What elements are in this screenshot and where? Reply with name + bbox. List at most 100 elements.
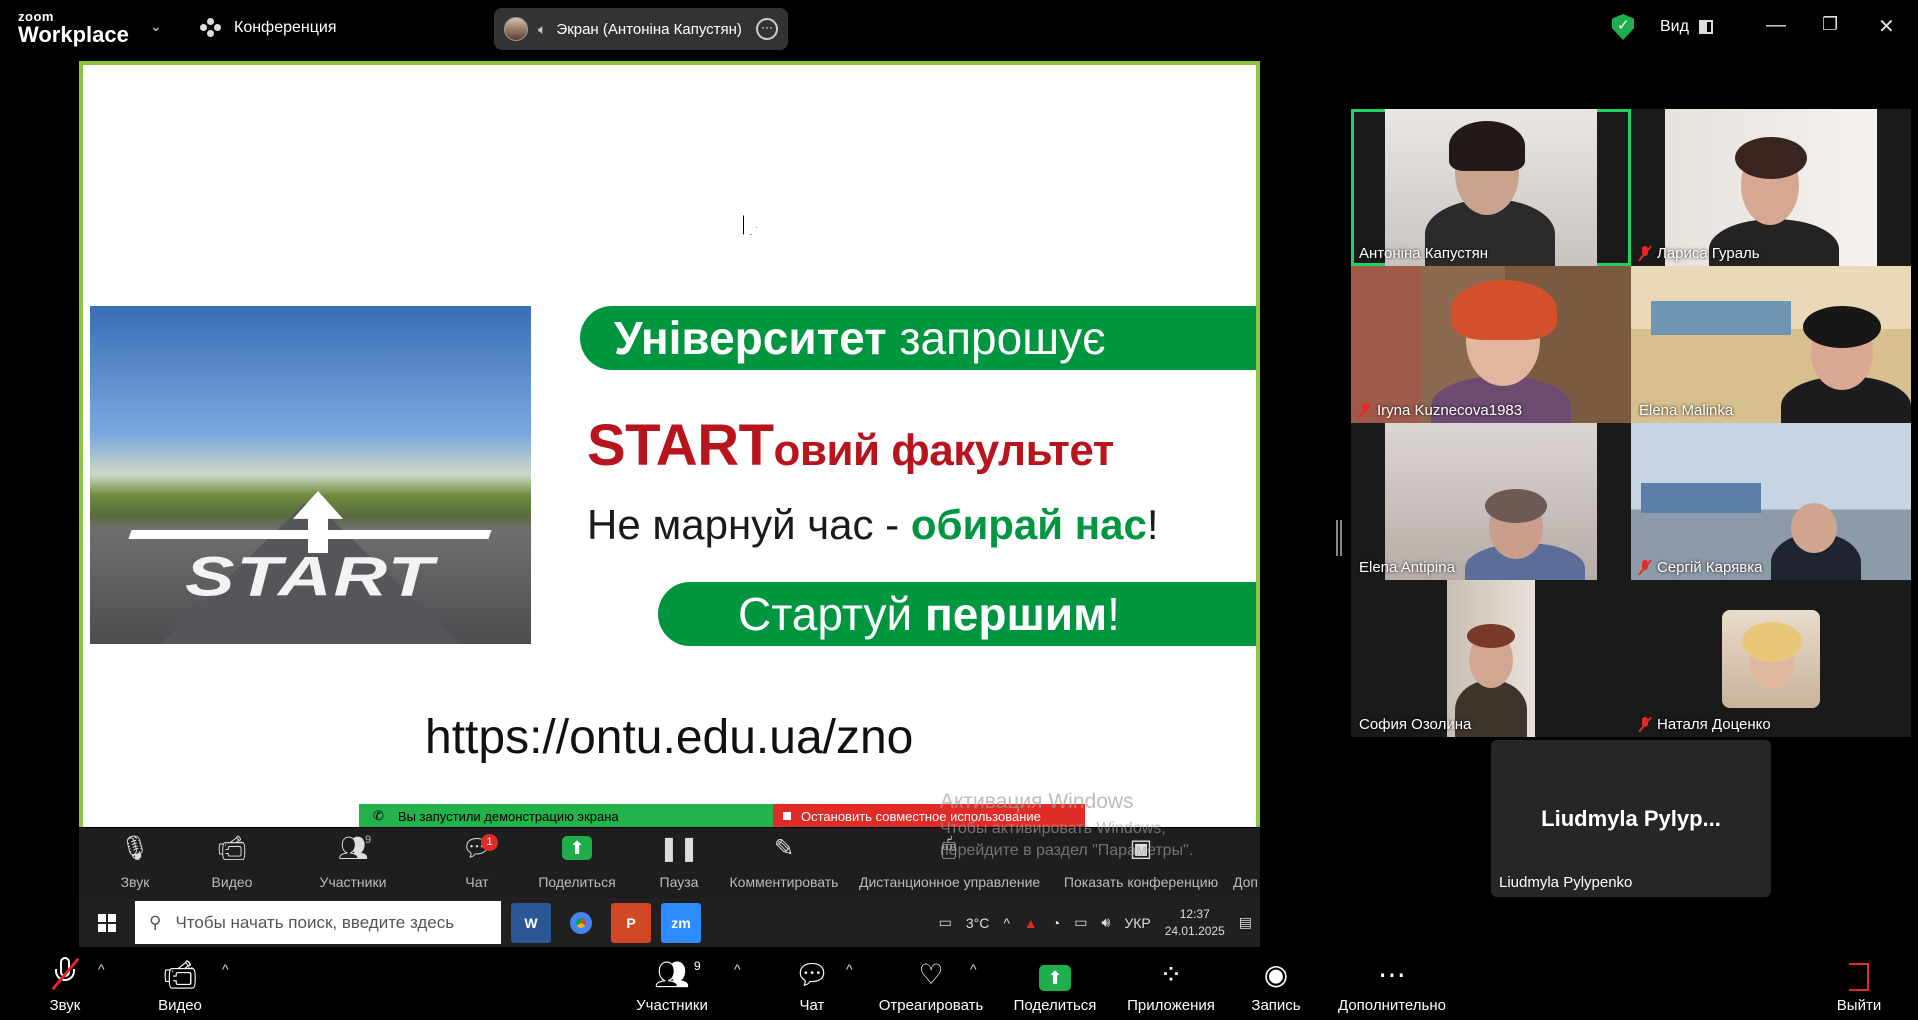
weather-icon[interactable]: ▭: [939, 914, 952, 931]
share-arrow-icon: ⬆: [562, 836, 592, 860]
chevron-up-icon[interactable]: ^: [1003, 915, 1010, 931]
road-word: START: [185, 545, 435, 608]
muted-mic-icon: [1639, 246, 1651, 261]
participant-tile[interactable]: Liudmyla Pylyp... Liudmyla Pylypenko: [1491, 740, 1771, 897]
participant-name: Iryna Kuznecova1983: [1359, 402, 1522, 419]
windows-start-button[interactable]: [79, 898, 135, 947]
muted-mic-icon: [1359, 403, 1371, 418]
chat-icon: 💬︎: [461, 834, 493, 862]
participant-avatar: [1722, 610, 1820, 708]
participant-video: [1631, 266, 1911, 423]
record-button[interactable]: ◉ Запись: [1248, 947, 1304, 1020]
panel-resize-handle[interactable]: [1336, 520, 1342, 556]
participant-tile[interactable]: Elena Antipina: [1351, 423, 1631, 580]
participant-tile[interactable]: Iryna Kuznecova1983: [1351, 266, 1631, 423]
participant-tile[interactable]: Антоніна Капустян: [1351, 109, 1631, 266]
mouse-cursor-icon: [743, 215, 757, 235]
participant-name: Elena Antipina: [1359, 559, 1455, 576]
video-camera-icon: 📹︎: [162, 959, 198, 990]
volume-icon[interactable]: 🔊︎: [1101, 914, 1110, 931]
leave-label: Выйти: [1836, 997, 1882, 1014]
share-button[interactable]: ⬆ Поделиться: [1010, 947, 1100, 1020]
annotate-button[interactable]: ✎ Комментировать: [729, 828, 839, 898]
taskbar-word-icon[interactable]: W: [511, 902, 551, 943]
chat-button[interactable]: 💬︎ Чат: [790, 947, 834, 1020]
chevron-down-icon[interactable]: ⌄: [150, 18, 162, 35]
inner-video-button[interactable]: 📹︎ Видео: [199, 828, 265, 898]
chat-options-chevron-icon[interactable]: ^: [846, 961, 853, 977]
notification-icon[interactable]: ▤: [1239, 914, 1252, 931]
leave-button[interactable]: Выйти: [1834, 947, 1884, 1020]
participant-tile[interactable]: Elena Malinka: [1631, 266, 1911, 423]
apps-button[interactable]: ⁘ Приложения: [1124, 947, 1218, 1020]
taskbar-powerpoint-icon[interactable]: P: [611, 902, 651, 943]
taskbar-search[interactable]: ⚲ Чтобы начать поиск, введите здесь: [135, 901, 501, 944]
share-label: Экран (Антоніна Капустян): [556, 20, 742, 38]
slide-start-first-banner: Стартуй першим!: [658, 582, 1256, 646]
security-shield-icon[interactable]: [1612, 14, 1634, 40]
system-tray: ▭ 3°C ^ ▲ ◔ ▭ 🔊︎ УКР 12:37 24.01.2025 ▤: [939, 898, 1252, 947]
react-options-chevron-icon[interactable]: ^: [970, 961, 977, 977]
participant-video: [1665, 109, 1877, 266]
clock[interactable]: 12:37 24.01.2025: [1165, 906, 1225, 940]
pause-share-button[interactable]: ❚❚ Пауза: [651, 828, 707, 898]
view-button[interactable]: Вид: [1660, 18, 1713, 36]
more-label: Дополнительно: [1338, 997, 1446, 1014]
participant-placeholder-name: Liudmyla Pylyp...: [1541, 806, 1721, 831]
person-face: [1791, 503, 1837, 553]
person-hair: [1803, 306, 1881, 348]
battery-icon[interactable]: ▭: [1074, 914, 1087, 931]
inner-audio-button[interactable]: 🎙︎ Звук: [107, 828, 163, 898]
minimize-icon[interactable]: —: [1766, 14, 1786, 37]
start-text: START: [587, 413, 774, 478]
person-hair: [1467, 624, 1515, 648]
video-options-chevron-icon[interactable]: ^: [222, 961, 229, 977]
inner-participants-button[interactable]: 👥︎ 9 Участники: [311, 828, 395, 898]
more-button[interactable]: ⋯ Дополнительно: [1334, 947, 1450, 1020]
inner-chat-button[interactable]: 💬︎ 1 Чат: [449, 828, 505, 898]
audio-button[interactable]: Звук: [40, 947, 90, 1020]
more-icon: ⋯: [1378, 959, 1406, 990]
inner-share-button[interactable]: ⬆ Поделиться: [537, 828, 617, 898]
microphone-icon: 🎙︎: [119, 834, 151, 862]
slide-slogan: Не марнуй час - обирай нас!: [587, 501, 1159, 549]
wifi-icon[interactable]: ◔: [1052, 915, 1060, 931]
inner-audio-label: Звук: [120, 874, 150, 890]
pause-label: Пауза: [659, 874, 699, 890]
inner-share-label: Поделиться: [538, 874, 616, 890]
restore-icon[interactable]: ❐: [1822, 14, 1838, 35]
participants-button[interactable]: 👥︎ 9 Участники: [630, 947, 714, 1020]
taskbar-chrome-icon[interactable]: [561, 903, 601, 943]
activation-line1: Чтобы активировать Windows,: [940, 820, 1166, 837]
meeting-info-button[interactable]: Конференция: [200, 18, 337, 38]
audio-options-chevron-icon[interactable]: ^: [98, 961, 105, 977]
participant-tile[interactable]: София Озолина: [1351, 580, 1631, 737]
inner-more-button[interactable]: Доп: [1231, 828, 1260, 898]
taskbar-zoom-icon[interactable]: zm: [661, 902, 701, 943]
participant-name-text: Лариса Гураль: [1657, 245, 1760, 262]
participant-tile[interactable]: Сергій Карявка: [1631, 423, 1911, 580]
video-button[interactable]: 📹︎ Видео: [152, 947, 208, 1020]
react-label: Отреагировать: [878, 997, 984, 1014]
participants-label: Участники: [636, 997, 708, 1014]
more-icon[interactable]: ···: [756, 18, 778, 40]
zoom-logo[interactable]: zoom Workplace: [18, 10, 129, 46]
participant-name-text: Elena Antipina: [1359, 559, 1455, 576]
pill2-a: Стартуй: [738, 588, 925, 640]
inner-video-label: Видео: [211, 874, 253, 890]
language-indicator[interactable]: УКР: [1124, 915, 1150, 931]
close-icon[interactable]: ✕: [1878, 14, 1895, 39]
slogan-b: обирай нас: [910, 501, 1147, 548]
participant-tile[interactable]: Наталя Доценко: [1631, 580, 1911, 737]
warning-icon[interactable]: ▲: [1024, 915, 1038, 931]
slide-university-banner: Університет запрошує: [580, 306, 1256, 370]
participants-options-chevron-icon[interactable]: ^: [734, 961, 741, 977]
muted-mic-icon: [1639, 560, 1651, 575]
screen-share-indicator[interactable]: 🔈︎ Экран (Антоніна Капустян) ···: [494, 8, 788, 50]
inner-more-label: Доп: [1232, 874, 1258, 890]
participant-tile[interactable]: Лариса Гураль: [1631, 109, 1911, 266]
participant-name: Elena Malinka: [1639, 402, 1733, 419]
person-hair: [1735, 137, 1807, 179]
react-button[interactable]: ♡ Отреагировать: [876, 947, 986, 1020]
annotate-label: Комментировать: [729, 874, 839, 890]
